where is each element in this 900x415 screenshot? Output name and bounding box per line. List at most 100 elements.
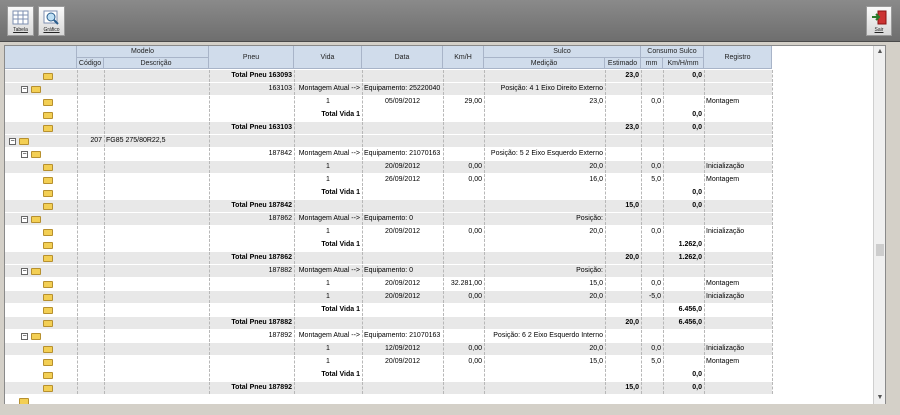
header-data[interactable]: Data [362,46,443,69]
scroll-down-arrow-icon[interactable]: ▼ [874,392,885,404]
table-row[interactable]: 1 20/09/2012 0,00 15,0 5,0 Montagem [5,356,773,368]
column-divider [443,330,444,342]
cell-pneu: 187842 [268,150,292,157]
column-divider [772,330,773,342]
folder-icon [43,346,53,353]
column-divider [362,330,363,342]
exit-button[interactable]: Sair [866,6,892,36]
header-vida[interactable]: Vida [294,46,362,69]
header-codigo[interactable]: Código [77,58,104,69]
column-divider [704,96,705,108]
table-row[interactable]: 1 05/09/2012 29,00 23,0 0,0 Montagem [5,96,773,108]
column-divider [772,148,773,160]
table-row[interactable]: 1 20/09/2012 32.281,00 15,0 0,0 Montagem [5,278,773,290]
column-divider [209,226,210,238]
table-row[interactable]: − 187862 Montagem Atual --> Equipamento: 0 P… [5,213,773,225]
column-divider [704,135,705,147]
cell-estimado: 15,0 [625,202,639,209]
folder-icon [43,242,53,249]
collapse-toggle-icon[interactable]: − [21,333,28,340]
collapse-toggle-icon[interactable]: − [21,151,28,158]
cell-pneu: Total Pneu 187892 [231,384,292,391]
table-row[interactable]: 1 26/09/2012 0,00 16,0 5,0 Montagem [5,174,773,186]
column-divider [294,70,295,82]
cell-kmh: 32.281,00 [450,280,482,287]
table-row[interactable]: Total Vida 1 0,0 [5,187,773,199]
cell-data: Equipamento: 0 [364,267,414,274]
column-divider [104,187,105,199]
header-pneu[interactable]: Pneu [209,46,294,69]
header-kmh[interactable]: Km/H [443,46,484,69]
collapse-toggle-icon[interactable]: − [21,216,28,223]
column-divider [641,382,642,394]
column-divider [605,96,606,108]
folder-icon [43,99,53,106]
column-divider [663,70,664,82]
table-row[interactable]: − 207 FG85 275/80R22,5 [5,135,773,147]
header-mm[interactable]: mm [641,58,663,69]
table-row[interactable]: Total Pneu 187882 20,0 6.456,0 [5,317,773,329]
column-divider [641,265,642,277]
table-row[interactable]: Total Vida 1 0,0 [5,369,773,381]
column-divider [605,382,606,394]
column-divider [772,252,773,264]
header-group-modelo: Modelo [77,46,209,58]
column-divider [362,317,363,329]
column-divider [362,83,363,95]
table-row[interactable]: Total Vida 1 6.456,0 [5,304,773,316]
table-row[interactable]: Total Vida 1 0,0 [5,109,773,121]
header-registro[interactable]: Registro [704,46,772,69]
column-divider [443,122,444,134]
table-row[interactable]: Total Pneu 187842 15,0 0,0 [5,200,773,212]
table-row[interactable]: 1 12/09/2012 0,00 20,0 0,0 Inicialização [5,343,773,355]
table-row[interactable]: 1 20/09/2012 0,00 20,0 0,0 Inicialização [5,161,773,173]
collapse-toggle-icon[interactable]: − [9,138,16,145]
cell-mm: 0,0 [651,345,661,352]
collapse-toggle-icon[interactable]: − [21,268,28,275]
scroll-up-arrow-icon[interactable]: ▲ [874,46,885,58]
table-row[interactable]: Total Pneu 163103 23,0 0,0 [5,122,773,134]
table-button[interactable]: Tabela [7,6,34,36]
table-row[interactable]: Total Pneu 187892 15,0 0,0 [5,382,773,394]
column-divider [294,265,295,277]
header-estimado[interactable]: Estimado [605,58,641,69]
column-divider [641,304,642,316]
vertical-scrollbar[interactable]: ▲ ▼ [873,46,885,404]
scroll-thumb[interactable] [876,244,884,256]
cell-codigo: 207 [90,137,102,144]
column-divider [663,356,664,368]
cell-vida: Montagem Atual --> [298,215,360,222]
header-medicao[interactable]: Medição [484,58,605,69]
table-row[interactable]: Total Pneu 187862 20,0 1.262,0 [5,252,773,264]
table-row[interactable]: Total Vida 1 1.262,0 [5,239,773,251]
header-kmhmm[interactable]: Km/H/mm [663,58,704,69]
collapse-toggle-icon[interactable]: − [21,86,28,93]
column-divider [77,109,78,121]
column-divider [641,317,642,329]
cell-vida: Total Vida 1 [321,111,360,118]
cell-data: 26/09/2012 [384,176,421,183]
column-divider [362,291,363,303]
column-divider [443,213,444,225]
header-descricao[interactable]: Descrição [104,58,209,69]
folder-icon [43,294,53,301]
table-row[interactable]: 1 20/09/2012 0,00 20,0 -5,0 Inicialização [5,291,773,303]
column-divider [605,278,606,290]
chart-button[interactable]: Gráfico [38,6,65,36]
table-row[interactable]: − 187842 Montagem Atual --> Equipamento: 21… [5,148,773,160]
column-divider [772,122,773,134]
table-row[interactable]: Total Pneu 163093 23,0 0,0 [5,70,773,82]
column-divider [772,278,773,290]
column-divider [294,252,295,264]
table-row[interactable]: 1 20/09/2012 0,00 20,0 0,0 Inicialização [5,226,773,238]
column-divider [641,200,642,212]
column-divider [772,174,773,186]
table-row[interactable]: − 187892 Montagem Atual --> Equipamento: 21… [5,330,773,342]
column-divider [605,109,606,121]
table-row[interactable]: − 187882 Montagem Atual --> Equipamento: 0 P… [5,265,773,277]
column-divider [362,382,363,394]
table-row[interactable]: − 163103 Montagem Atual --> Equipamento: 25… [5,83,773,95]
column-divider [362,278,363,290]
folder-icon [43,177,53,184]
column-divider [605,304,606,316]
